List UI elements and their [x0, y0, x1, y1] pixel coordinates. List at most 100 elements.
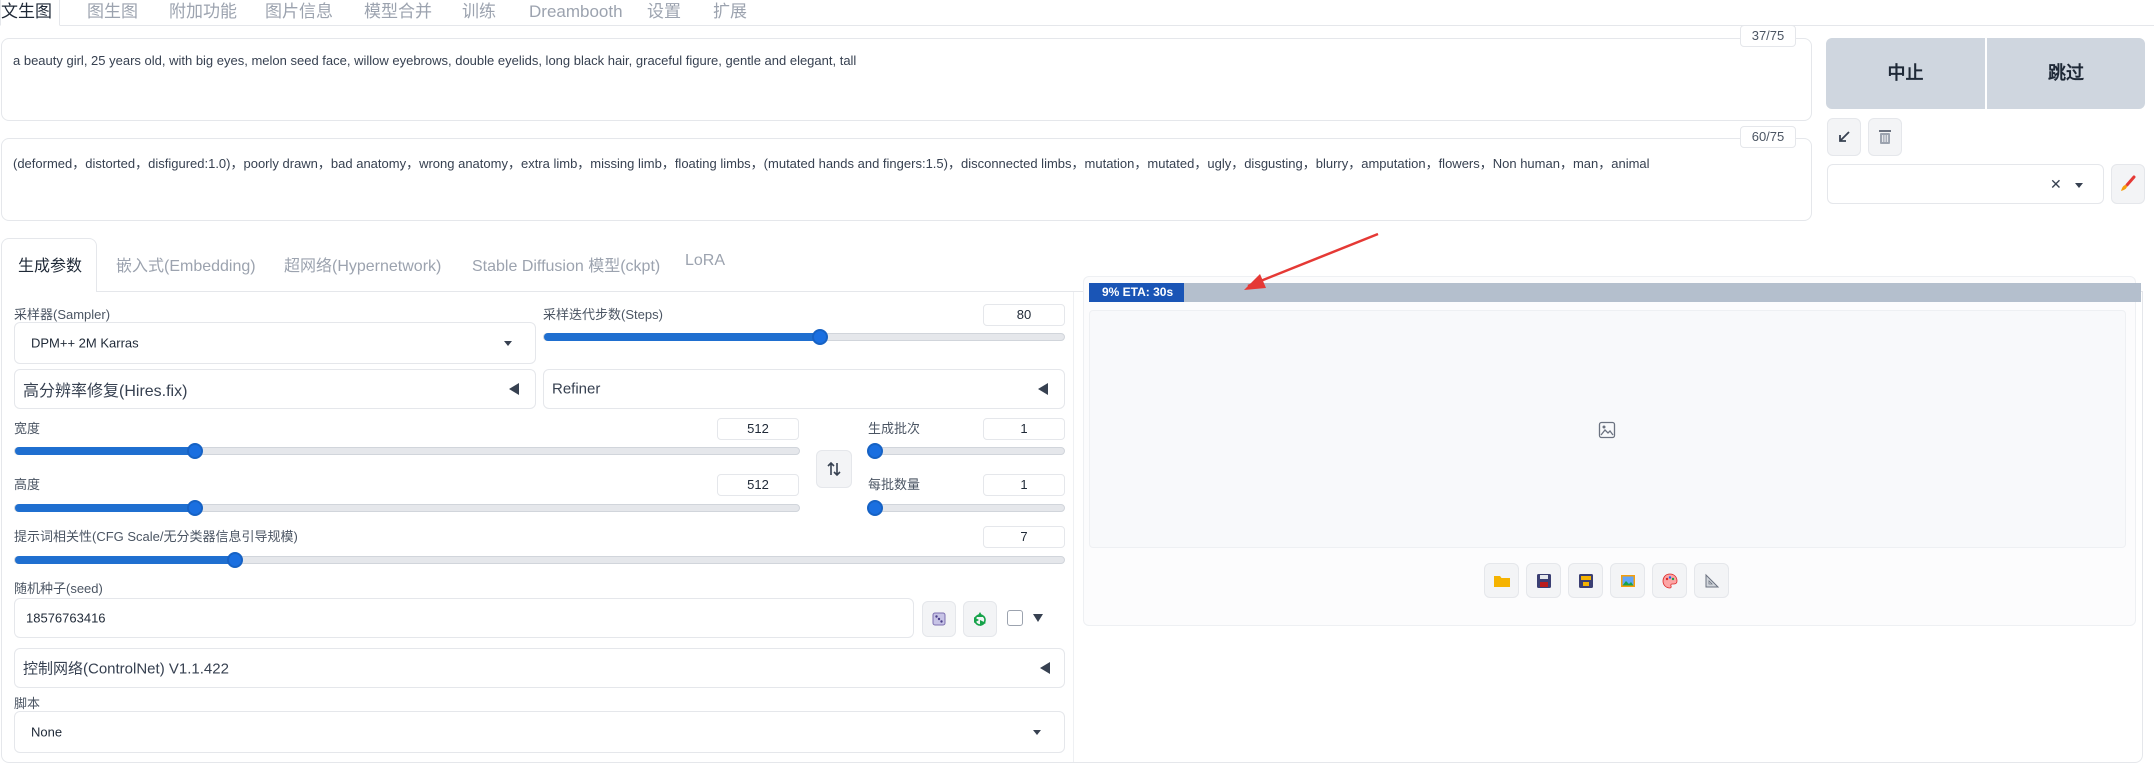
batch-count-slider[interactable] — [867, 443, 1065, 459]
controlnet-accordion[interactable]: 控制网络(ControlNet) V1.1.422 — [14, 648, 1065, 688]
read-params-button[interactable] — [1827, 118, 1861, 156]
seed-value: 18576763416 — [26, 610, 106, 626]
width-label: 宽度 — [14, 421, 41, 436]
batch-count-label: 生成批次 — [868, 421, 921, 436]
skip-button[interactable]: 跳过 — [1987, 38, 2145, 109]
cfg-slider-fill — [15, 556, 236, 564]
arrow-down-left-icon — [1839, 131, 1850, 142]
broken-image-icon — [1598, 421, 1616, 439]
batch-size-slider[interactable] — [867, 500, 1065, 516]
image-gallery[interactable] — [1089, 310, 2126, 548]
send-to-extras-button[interactable] — [1694, 563, 1729, 598]
clear-prompt-button[interactable] — [1868, 118, 1902, 156]
tab-img2img[interactable]: 图生图 — [87, 0, 138, 26]
height-slider[interactable] — [14, 500, 800, 516]
batch-size-slider-thumb[interactable] — [867, 500, 883, 516]
width-slider[interactable] — [14, 443, 800, 459]
hires-fix-accordion[interactable]: 高分辨率修复(Hires.fix) — [14, 369, 536, 409]
archive-icon — [1578, 573, 1593, 588]
extra-seed-toggle-icon[interactable] — [1033, 614, 1043, 622]
apply-style-button[interactable] — [2111, 164, 2145, 204]
interrupt-button[interactable]: 中止 — [1826, 38, 1985, 109]
tab-checkpoint-merger[interactable]: 模型合并 — [364, 0, 432, 26]
steps-label: 采样迭代步数(Steps) — [543, 307, 663, 322]
trash-icon — [1879, 130, 1891, 144]
positive-prompt-input[interactable]: a beauty girl, 25 years old, with big ey… — [1, 38, 1812, 121]
width-slider-fill — [15, 447, 196, 455]
open-folder-button[interactable] — [1484, 563, 1519, 598]
negative-token-counter: 60/75 — [1740, 126, 1796, 148]
send-to-inpaint-button[interactable] — [1652, 563, 1687, 598]
batch-count-input[interactable]: 1 — [983, 418, 1065, 440]
controlnet-title: 控制网络(ControlNet) V1.1.422 — [23, 660, 229, 678]
close-icon[interactable]: ✕ — [2050, 176, 2062, 193]
seed-label: 随机种子(seed) — [14, 581, 103, 596]
steps-slider-fill — [544, 333, 820, 341]
batch-size-input[interactable]: 1 — [983, 474, 1065, 496]
extra-seed-checkbox[interactable] — [1007, 610, 1023, 626]
tab-dreambooth[interactable]: Dreambooth — [529, 0, 623, 26]
column-divider — [1073, 292, 1074, 762]
chevron-down-icon — [1033, 730, 1041, 735]
seed-input[interactable]: 18576763416 — [14, 598, 914, 638]
floppy-disk-icon — [1536, 573, 1551, 588]
script-dropdown[interactable]: None — [14, 711, 1065, 753]
send-to-img2img-button[interactable] — [1610, 563, 1645, 598]
cfg-input[interactable]: 7 — [983, 526, 1065, 548]
refiner-title: Refiner — [552, 380, 601, 398]
positive-prompt-text: a beauty girl, 25 years old, with big ey… — [13, 53, 857, 68]
progress-label: 9% ETA: 30s — [1102, 285, 1174, 299]
swap-dimensions-button[interactable] — [816, 450, 852, 488]
height-label: 高度 — [14, 477, 41, 492]
script-value: None — [31, 724, 63, 740]
tab-train[interactable]: 训练 — [462, 0, 496, 26]
chevron-down-icon — [504, 341, 512, 346]
batch-size-label: 每批数量 — [868, 477, 921, 492]
tab-embedding[interactable]: 嵌入式(Embedding) — [116, 252, 256, 276]
cfg-label: 提示词相关性(CFG Scale/无分类器信息引导规模) — [14, 529, 298, 544]
swap-arrows-icon — [827, 461, 841, 477]
tab-png-info[interactable]: 图片信息 — [265, 0, 333, 26]
sampler-dropdown[interactable]: DPM++ 2M Karras — [14, 322, 536, 364]
save-button[interactable] — [1526, 563, 1561, 598]
steps-slider[interactable] — [543, 329, 1065, 345]
collapse-arrow-icon — [1040, 662, 1050, 674]
tab-settings[interactable]: 设置 — [647, 0, 681, 26]
width-input[interactable]: 512 — [717, 418, 799, 440]
annotation-arrow-icon — [1244, 232, 1379, 290]
collapse-arrow-icon — [1038, 383, 1048, 395]
tab-extensions[interactable]: 扩展 — [713, 0, 747, 26]
height-input[interactable]: 512 — [717, 474, 799, 496]
sampler-label: 采样器(Sampler) — [14, 307, 111, 322]
cfg-slider[interactable] — [14, 552, 1065, 568]
recycle-icon — [974, 612, 986, 626]
styles-dropdown[interactable]: ✕ — [1827, 164, 2104, 204]
tab-hypernetwork[interactable]: 超网络(Hypernetwork) — [284, 252, 441, 276]
chevron-down-icon — [2075, 183, 2083, 188]
random-seed-button[interactable] — [922, 601, 956, 637]
tab-lora[interactable]: LoRA — [685, 252, 725, 270]
tab-extras[interactable]: 附加功能 — [169, 0, 237, 26]
steps-slider-thumb[interactable] — [811, 329, 828, 345]
batch-count-slider-thumb[interactable] — [867, 443, 883, 459]
script-label: 脚本 — [14, 696, 41, 711]
tab-txt2img[interactable]: 文生图 — [0, 0, 60, 26]
triangle-ruler-icon — [1705, 573, 1719, 587]
refiner-accordion[interactable]: Refiner — [543, 369, 1065, 409]
collapse-arrow-icon — [509, 383, 519, 395]
tab-checkpoints[interactable]: Stable Diffusion 模型(ckpt) — [472, 252, 660, 276]
palette-icon — [1662, 573, 1677, 588]
reuse-seed-button[interactable] — [963, 601, 997, 637]
paintbrush-icon — [2121, 175, 2136, 191]
zip-button[interactable] — [1568, 563, 1603, 598]
negative-prompt-input[interactable]: (deformed，distorted，disfigured:1.0)，poor… — [1, 138, 1812, 221]
positive-token-counter: 37/75 — [1740, 25, 1796, 47]
steps-input[interactable]: 80 — [983, 304, 1065, 326]
folder-icon — [1493, 575, 1510, 587]
picture-icon — [1620, 574, 1635, 587]
dice-icon — [932, 612, 946, 626]
height-slider-fill — [15, 504, 196, 512]
sampler-value: DPM++ 2M Karras — [31, 335, 139, 351]
tab-generation[interactable]: 生成参数 — [18, 252, 82, 276]
hires-fix-title: 高分辨率修复(Hires.fix) — [23, 383, 188, 400]
